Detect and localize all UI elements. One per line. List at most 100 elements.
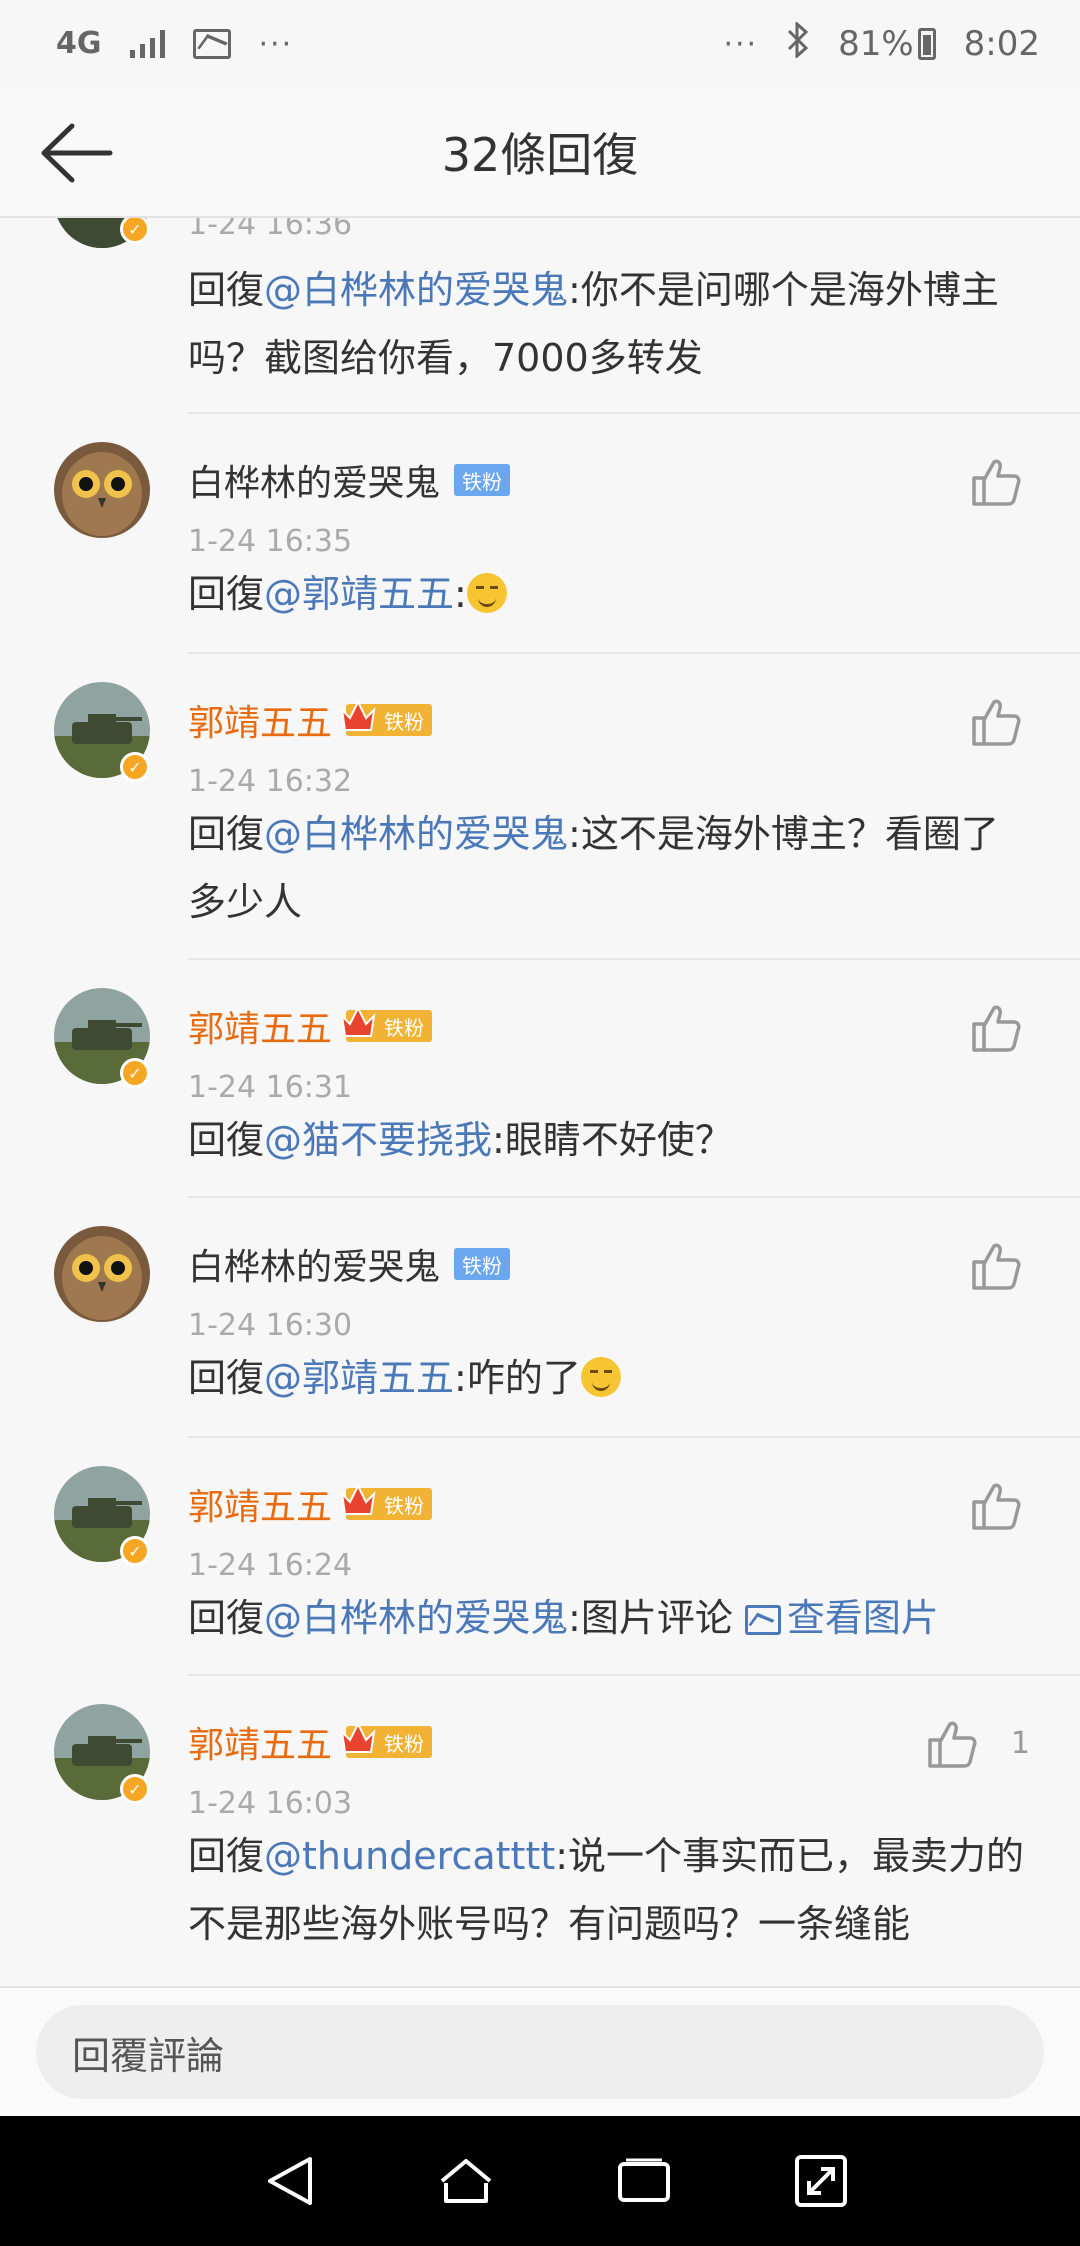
comment-body: :咋的了 <box>454 1356 581 1400</box>
thumbs-up-icon <box>972 699 1021 746</box>
comment-item[interactable]: 白桦林的爱哭鬼 铁粉 1-24 16:30 回復@郭靖五五:咋的了 <box>0 1196 1080 1438</box>
crown-icon <box>340 1005 376 1037</box>
comment-body: :图片评论 <box>568 1596 745 1640</box>
comment-item[interactable]: ✓ 郭靖五五 铁粉 1 1-24 16:03 回復@thundercatttt:… <box>0 1674 1080 1986</box>
comment-text: 回復@白桦林的爱哭鬼:图片评论 查看图片 <box>188 1584 1028 1652</box>
image-notification-icon <box>192 29 231 59</box>
like-button[interactable] <box>968 454 1024 510</box>
home-icon <box>440 2159 492 2203</box>
mention-link[interactable]: @白桦林的爱哭鬼 <box>264 268 568 312</box>
comment-time: 1-24 16:36 <box>188 218 353 242</box>
mention-link[interactable]: @白桦林的爱哭鬼 <box>264 1596 568 1640</box>
like-button[interactable] <box>968 694 1024 750</box>
mention-link[interactable]: @郭靖五五 <box>264 572 454 616</box>
view-image-link[interactable]: 查看图片 <box>744 1596 939 1640</box>
author-row: 白桦林的爱哭鬼 铁粉 <box>188 452 511 508</box>
thumbs-up-icon <box>972 459 1021 506</box>
more-status-icon: ··· <box>723 26 759 62</box>
like-count: 1 <box>1010 1726 1030 1761</box>
username[interactable]: 郭靖五五 <box>188 1000 332 1052</box>
comment-item[interactable]: ✓ 郭靖五五 铁粉 1-24 16:31 回復@猫不要挠我:眼睛不好使？ <box>0 958 1080 1198</box>
verified-badge-icon: ✓ <box>120 1058 150 1088</box>
arrow-left-icon <box>41 123 113 183</box>
fan-badge-label: 铁粉 <box>384 1493 425 1518</box>
comment-time: 1-24 16:30 <box>188 1308 353 1343</box>
like-button[interactable] <box>968 1000 1024 1056</box>
verified-badge-icon: ✓ <box>120 1536 150 1566</box>
signal-icon <box>129 30 165 58</box>
sleepy-emoji-icon <box>580 1357 621 1397</box>
fan-badge: 铁粉 <box>340 1721 433 1758</box>
mention-link[interactable]: @郭靖五五 <box>264 1356 454 1400</box>
mention-link[interactable]: @thundercatttt <box>264 1834 555 1878</box>
comment-text: 回復@郭靖五五: <box>188 560 1028 628</box>
username[interactable]: 郭靖五五 <box>188 1716 332 1768</box>
reply-prefix: 回復 <box>188 1834 265 1878</box>
verified-badge-icon: ✓ <box>120 752 150 782</box>
author-row: 郭靖五五 铁粉 <box>188 692 433 748</box>
reply-prefix: 回復 <box>188 812 265 856</box>
reply-prefix: 回復 <box>188 1596 265 1640</box>
reply-prefix: 回復 <box>188 572 265 616</box>
comment-time: 1-24 16:31 <box>188 1070 353 1105</box>
thumbs-up-icon <box>972 1005 1021 1052</box>
back-button[interactable] <box>36 118 116 188</box>
avatar[interactable] <box>54 442 150 538</box>
comment-item[interactable]: ✓ 郭靖五五 铁粉 1-24 16:32 回復@白桦林的爱哭鬼:这不是海外博主？… <box>0 652 1080 960</box>
comment-text: 回復@猫不要挠我:眼睛不好使？ <box>188 1106 1028 1174</box>
comment-item[interactable]: 白桦林的爱哭鬼 铁粉 1-24 16:35 回復@郭靖五五: <box>0 412 1080 654</box>
like-button[interactable] <box>924 1716 980 1772</box>
thumbs-up-icon <box>972 1483 1021 1530</box>
title-bar: 32條回復 <box>0 88 1080 218</box>
reply-comment-input[interactable]: 回覆評論 <box>36 2005 1044 2099</box>
verified-badge-icon: ✓ <box>120 1774 150 1804</box>
expand-icon <box>795 2155 848 2207</box>
username[interactable]: 白桦林的爱哭鬼 <box>188 454 440 506</box>
mention-link[interactable]: @白桦林的爱哭鬼 <box>264 812 568 856</box>
comment-list[interactable]: ✓ 1-24 16:36 回復@白桦林的爱哭鬼:你不是问哪个是海外博主吗？截图给… <box>0 218 1080 1986</box>
comment-text: 回復@thundercatttt:说一个事实而已，最卖力的不是那些海外账号吗？有… <box>188 1822 1028 1958</box>
crown-icon <box>340 1483 376 1515</box>
system-nav-bar <box>0 2116 1080 2246</box>
verified-badge-icon: ✓ <box>120 218 150 244</box>
username[interactable]: 郭靖五五 <box>188 694 332 746</box>
nav-home-button[interactable] <box>431 2146 501 2216</box>
comment-time: 1-24 16:32 <box>188 764 353 799</box>
crown-icon <box>340 1721 376 1753</box>
author-row: 郭靖五五 铁粉 <box>188 998 433 1054</box>
nav-expand-button[interactable] <box>786 2146 856 2216</box>
author-row: 郭靖五五 铁粉 <box>188 1476 433 1532</box>
like-button[interactable] <box>968 1238 1024 1294</box>
comment-body: :眼睛不好使？ <box>492 1118 733 1162</box>
sleepy-emoji-icon <box>466 573 507 613</box>
status-bar: 4G ··· ··· 81% 8:02 <box>0 0 1080 88</box>
author-row: 白桦林的爱哭鬼 铁粉 <box>188 1236 511 1292</box>
view-image-label: 查看图片 <box>786 1596 939 1640</box>
crown-icon <box>340 699 376 731</box>
image-icon <box>744 1605 781 1635</box>
comment-item[interactable]: ✓ 郭靖五五 铁粉 1-24 16:24 回復@白桦林的爱哭鬼:图片评论 查看图… <box>0 1436 1080 1676</box>
avatar[interactable] <box>54 1226 150 1322</box>
fan-badge-label: 铁粉 <box>384 1731 425 1756</box>
username[interactable]: 郭靖五五 <box>188 1478 332 1530</box>
nav-recents-button[interactable] <box>609 2146 679 2216</box>
comment-time: 1-24 16:35 <box>188 524 353 559</box>
fan-badge: 铁粉 <box>340 1483 433 1520</box>
comment-time: 1-24 16:24 <box>188 1548 353 1583</box>
more-notifications-icon: ··· <box>258 26 294 62</box>
thumbs-up-icon <box>928 1721 977 1768</box>
author-row: 郭靖五五 铁粉 <box>188 1714 433 1770</box>
recents-icon <box>617 2158 670 2202</box>
username[interactable]: 白桦林的爱哭鬼 <box>188 1238 440 1290</box>
triangle-back-icon <box>267 2157 312 2205</box>
like-button[interactable] <box>968 1478 1024 1534</box>
bluetooth-icon <box>786 20 810 67</box>
reply-prefix: 回復 <box>188 268 265 312</box>
nav-back-button[interactable] <box>254 2146 324 2216</box>
fan-badge-label: 铁粉 <box>384 1015 425 1040</box>
mention-link[interactable]: @猫不要挠我 <box>264 1118 492 1162</box>
reply-bar: 回覆評論 <box>0 1986 1080 2116</box>
fan-badge: 铁粉 <box>454 1248 511 1280</box>
app-screen: 4G ··· ··· 81% 8:02 32條回復 ✓ 1-24 16:36 回… <box>0 0 1080 2246</box>
clock: 8:02 <box>963 24 1040 64</box>
